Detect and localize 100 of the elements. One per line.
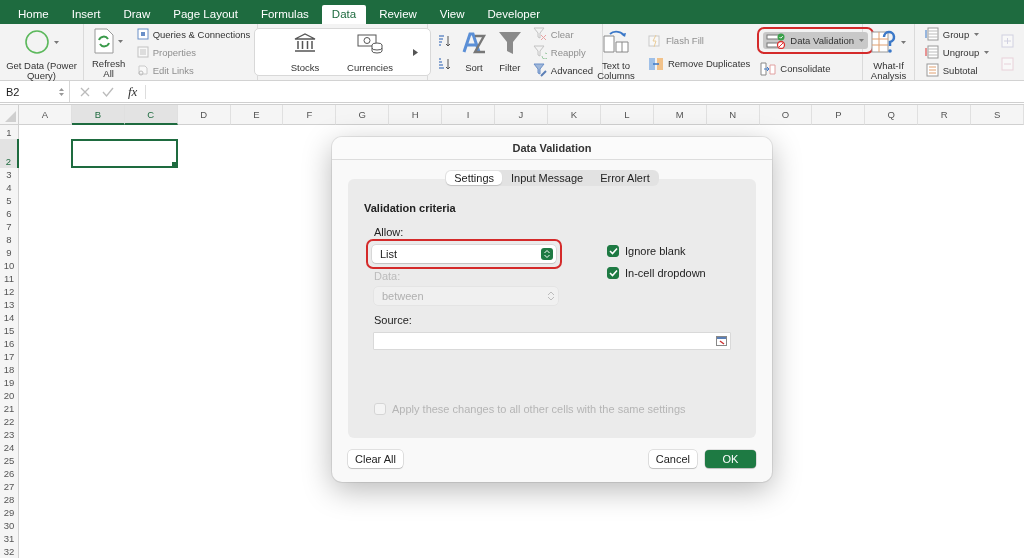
row-header[interactable]: 5 [0,194,19,207]
column-header[interactable]: D [177,105,231,125]
show-detail-icon [1000,33,1015,48]
ribbon-button[interactable]: Sort [457,26,490,78]
ribbon-tab[interactable]: Page Layout [163,5,248,24]
ribbon-button[interactable]: Remove Duplicates [644,55,754,72]
column-header[interactable]: R [918,105,972,125]
row-header[interactable]: 27 [0,480,19,493]
column-header[interactable]: S [971,105,1024,125]
checkbox-label[interactable]: Ignore blank [625,245,686,257]
row-header[interactable]: 25 [0,454,19,467]
row-header[interactable]: 15 [0,324,19,337]
column-header[interactable]: K [547,105,601,125]
group-icon [924,27,939,41]
column-header[interactable]: E [230,105,284,125]
circle-icon [23,28,51,56]
row-header[interactable]: 13 [0,298,19,311]
column-header[interactable]: N [706,105,760,125]
column-header[interactable]: J [495,105,548,125]
ribbon-button[interactable]: Refresh All [87,26,130,78]
ribbon-tab[interactable]: Review [369,5,427,24]
row-header[interactable]: 10 [0,259,19,272]
ribbon-tab[interactable]: Home [8,5,59,24]
checkbox-label[interactable]: In-cell dropdown [625,267,706,279]
ribbon-button[interactable]: Advanced [529,61,597,79]
name-box[interactable]: B2 [0,81,70,102]
dialog-button[interactable]: Cancel [648,450,697,468]
filter-icon [497,30,522,56]
row-header[interactable]: 7 [0,220,19,233]
row-header[interactable]: 16 [0,337,19,350]
sort-icon [460,30,487,56]
row-header[interactable]: 30 [0,519,19,532]
column-header[interactable]: P [812,105,866,125]
dialog-button[interactable]: Clear All [348,450,403,468]
tab[interactable]: Settings [446,171,503,185]
column-header[interactable]: H [389,105,443,125]
column-header[interactable]: B [71,105,125,125]
row-header[interactable]: 2 [0,139,19,168]
checkbox[interactable] [607,267,619,279]
column-header[interactable]: M [653,105,707,125]
row-header[interactable]: 12 [0,285,19,298]
field-label: Allow: [374,225,404,239]
bank-icon [293,32,317,54]
row-header[interactable]: 18 [0,363,19,376]
column-header[interactable]: I [442,105,496,125]
caret-icon [117,38,125,44]
data-validation-icon [766,32,787,49]
ribbon-button[interactable]: Queries & Connections [133,25,254,43]
column-header[interactable]: A [19,105,72,125]
input-field[interactable] [374,333,730,349]
row-header[interactable]: 28 [0,493,19,506]
ribbon-tab[interactable]: Insert [61,5,111,24]
ribbon-button[interactable]: Data Validation [763,32,869,49]
section-title: Validation criteria [364,201,456,215]
cell-selection[interactable] [70,139,178,168]
ribbon-button[interactable]: Group [921,25,994,43]
caret-icon [900,39,907,45]
ribbon-button[interactable]: Stocks [279,26,331,78]
money-icon [356,32,384,54]
row-header[interactable]: 23 [0,428,19,441]
ungroup-icon [924,45,939,59]
row-header[interactable]: 20 [0,389,19,402]
ribbon-tab[interactable]: Draw [113,5,161,24]
ribbon-tab[interactable]: View [429,5,475,24]
column-header[interactable]: C [124,105,178,125]
dropdown-field[interactable]: List [372,245,556,263]
ribbon-tab[interactable]: Developer [477,5,550,24]
row-header[interactable]: 14 [0,311,19,324]
row-header[interactable]: 11 [0,272,19,285]
column-header[interactable]: L [600,105,654,125]
row-header[interactable]: 32 [0,545,19,558]
column-header[interactable]: O [759,105,813,125]
row-header[interactable]: 29 [0,506,19,519]
row-header[interactable]: 1 [0,125,19,139]
row-header[interactable]: 19 [0,376,19,389]
tab[interactable]: Input Message [503,171,592,185]
row-header[interactable]: 24 [0,441,19,454]
row-header[interactable]: 31 [0,532,19,545]
ribbon-button[interactable]: Filter [493,26,526,78]
row-header[interactable]: 21 [0,402,19,415]
ok-button[interactable]: OK [705,450,756,468]
row-header[interactable]: 9 [0,246,19,259]
ribbon-button[interactable]: Subtotal [921,61,994,79]
row-header[interactable]: 26 [0,467,19,480]
checkbox[interactable] [607,245,619,257]
row-header[interactable]: 3 [0,168,19,181]
insert-function-button[interactable]: fx [126,83,140,100]
row-header[interactable]: 17 [0,350,19,363]
column-header[interactable]: G [336,105,390,125]
ribbon-tab[interactable]: Data [321,5,367,24]
tab[interactable]: Error Alert [592,171,658,185]
row-header[interactable]: 6 [0,207,19,220]
row-header[interactable]: 4 [0,181,19,194]
ribbon-tab[interactable]: Formulas [250,5,319,24]
column-header[interactable]: Q [865,105,919,125]
row-header[interactable]: 8 [0,233,19,246]
row-header[interactable]: 22 [0,415,19,428]
column-header[interactable]: F [283,105,337,125]
ribbon-button[interactable]: Ungroup [921,43,994,61]
ribbon-button[interactable]: Currencies [341,26,399,78]
